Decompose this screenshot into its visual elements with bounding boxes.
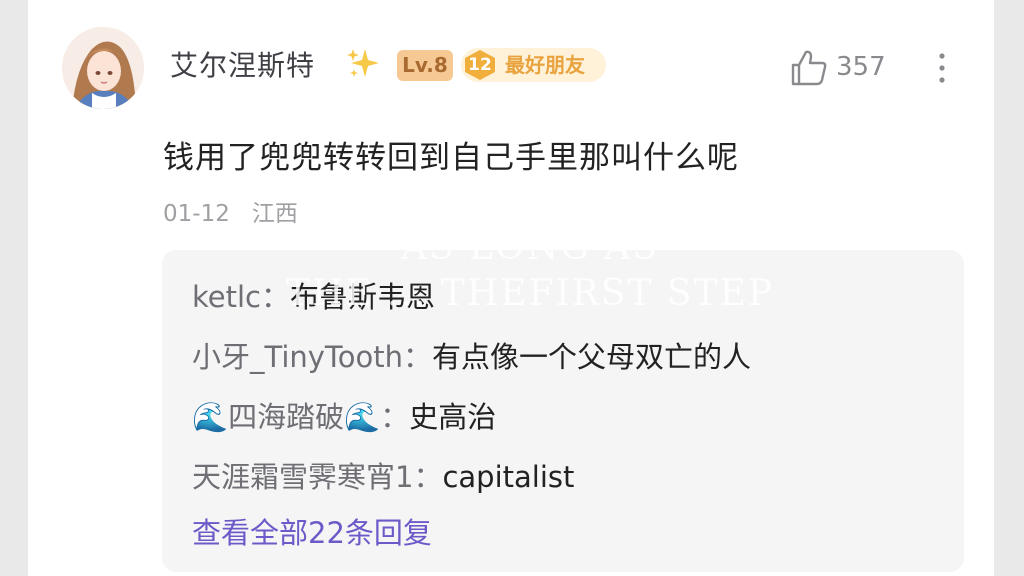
reply-separator: ： <box>402 340 432 374</box>
more-vertical-icon[interactable] <box>933 48 951 88</box>
reply-author[interactable]: 小牙_TinyTooth <box>192 340 403 374</box>
level-badge: Lv.8 <box>397 50 453 81</box>
reply-separator: ： <box>413 460 443 494</box>
reply-item[interactable]: 天涯霜雪霁寒宵1：capitalist <box>192 454 574 496</box>
reply-author[interactable]: 🌊四海踏破🌊 <box>192 400 380 434</box>
avatar-image <box>62 27 144 109</box>
reply-text: capitalist <box>442 460 575 494</box>
thumbs-up-icon[interactable] <box>789 48 829 88</box>
reply-item[interactable]: ketlc：布鲁斯韦恩 <box>192 274 435 316</box>
reply-text: 有点像一个父母双亡的人 <box>431 340 751 374</box>
fan-badge: 12 最好朋友 <box>461 48 606 82</box>
reply-item[interactable]: 小牙_TinyTooth：有点像一个父母双亡的人 <box>192 334 751 376</box>
reply-text: 布鲁斯韦恩 <box>290 280 436 314</box>
like-count: 357 <box>836 52 886 82</box>
replies-panel[interactable]: ketlc：布鲁斯韦恩 小牙_TinyTooth：有点像一个父母双亡的人 🌊四海… <box>162 250 964 572</box>
comment-text: 钱用了兜兜转转回到自己手里那叫什么呢 <box>163 140 739 176</box>
comment-date: 01-12 <box>163 201 230 227</box>
reply-separator: ： <box>260 280 290 314</box>
reply-author[interactable]: 天涯霜雪霁寒宵1 <box>192 460 413 494</box>
comment-meta: 01-12 江西 <box>163 194 298 228</box>
reply-separator: ： <box>380 400 410 434</box>
sparkles-emoji-icon <box>347 49 379 77</box>
avatar[interactable] <box>62 27 144 109</box>
fan-level-number: 12 <box>468 55 492 75</box>
username[interactable]: 艾尔涅斯特 <box>170 44 315 84</box>
reply-text: 史高治 <box>409 400 497 434</box>
view-all-replies-link[interactable]: 查看全部22条回复 <box>192 510 432 552</box>
reply-item[interactable]: 🌊四海踏破🌊：史高治 <box>192 394 496 436</box>
fan-level-icon: 12 <box>461 48 499 82</box>
comment-location: 江西 <box>251 201 298 227</box>
fan-label: 最好朋友 <box>505 53 585 77</box>
reply-author[interactable]: ketlc <box>192 280 261 314</box>
